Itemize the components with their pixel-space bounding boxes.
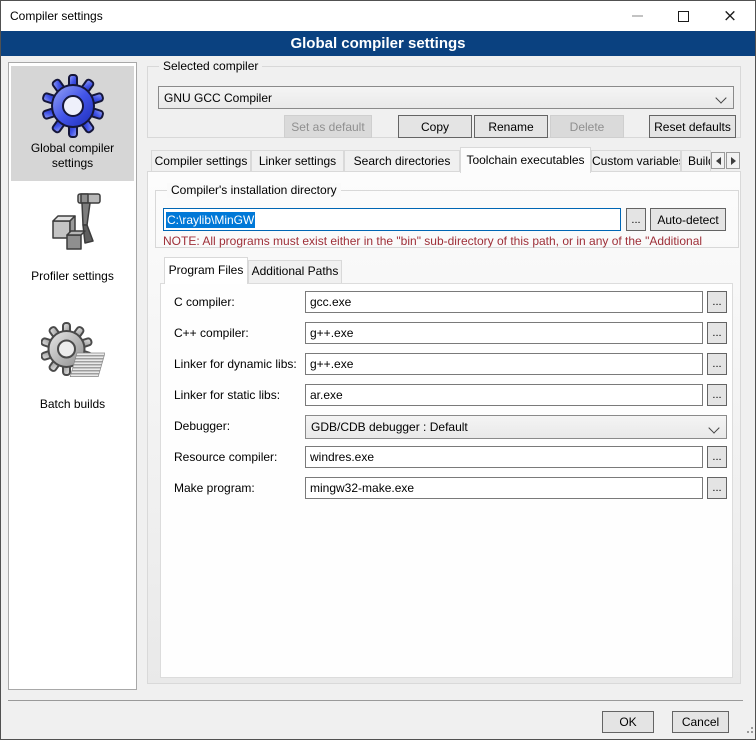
rename-button[interactable]: Rename [474, 115, 548, 138]
subtab-program-files[interactable]: Program Files [164, 257, 248, 284]
installation-directory-group: Compiler's installation directory C:\ray… [155, 190, 739, 248]
settings-category-sidebar: Global compiler settings Profiler settin… [8, 62, 137, 690]
subtab-additional-paths[interactable]: Additional Paths [248, 260, 342, 284]
selected-compiler-group: Selected compiler GNU GCC Compiler Set a… [147, 66, 741, 138]
resize-grip-icon[interactable] [747, 723, 749, 725]
set-as-default-button[interactable]: Set as default [284, 115, 372, 138]
tab-scroll-right-button[interactable] [726, 152, 740, 169]
copy-button[interactable]: Copy [398, 115, 472, 138]
compiler-select[interactable]: GNU GCC Compiler [158, 86, 734, 109]
chevron-down-icon [708, 422, 719, 433]
gray-gear-stack-icon [41, 321, 105, 385]
titlebar[interactable]: Compiler settings × [1, 1, 755, 31]
resource-compiler-input[interactable] [305, 446, 703, 468]
field-label-cpp-compiler: C++ compiler: [174, 322, 249, 344]
browse-directory-button[interactable]: ... [626, 208, 646, 231]
minimize-button[interactable] [614, 1, 660, 31]
field-label-debugger: Debugger: [174, 415, 230, 437]
blue-gear-icon [41, 74, 105, 138]
c-compiler-input[interactable] [305, 291, 703, 313]
footer-divider [8, 700, 743, 701]
sidebar-item-label: Global compiler settings [11, 141, 134, 171]
bin-subdirectory-note: NOTE: All programs must exist either in … [163, 234, 731, 248]
compiler-select-value: GNU GCC Compiler [164, 91, 272, 105]
field-label-c-compiler: C compiler: [174, 291, 235, 313]
linker-dynamic-input[interactable] [305, 353, 703, 375]
sidebar-item-global-compiler-settings[interactable]: Global compiler settings [11, 66, 134, 181]
tab-linker-settings[interactable]: Linker settings [251, 150, 344, 172]
tab-scroll-left-button[interactable] [711, 152, 725, 169]
arrow-right-icon [731, 157, 736, 165]
sidebar-item-label: Profiler settings [31, 269, 114, 284]
page-title: Global compiler settings [1, 31, 755, 56]
tab-compiler-settings[interactable]: Compiler settings [151, 150, 251, 172]
chevron-down-icon [715, 92, 726, 103]
selected-path-text: C:\raylib\MinGW [166, 212, 255, 228]
browse-linker-static-button[interactable]: ... [707, 384, 727, 406]
field-label-make-program: Make program: [174, 477, 255, 499]
selected-compiler-caption: Selected compiler [159, 59, 262, 74]
program-files-panel: C compiler: ... C++ compiler: ... Linker… [160, 283, 733, 678]
arrow-left-icon [716, 157, 721, 165]
debugger-select-value: GDB/CDB debugger : Default [311, 420, 468, 434]
field-label-linker-dynamic: Linker for dynamic libs: [174, 353, 297, 375]
caliper-icon [41, 191, 105, 255]
maximize-button[interactable] [660, 1, 706, 31]
tab-toolchain-executables[interactable]: Toolchain executables [460, 147, 591, 173]
browse-cpp-compiler-button[interactable]: ... [707, 322, 727, 344]
installation-directory-input[interactable]: C:\raylib\MinGW [163, 208, 621, 231]
window-title: Compiler settings [10, 1, 103, 31]
field-label-linker-static: Linker for static libs: [174, 384, 280, 406]
compiler-settings-dialog: Compiler settings × Global compiler sett… [0, 0, 756, 740]
browse-linker-dynamic-button[interactable]: ... [707, 353, 727, 375]
tab-custom-variables[interactable]: Custom variables [591, 150, 681, 172]
make-program-input[interactable] [305, 477, 703, 499]
sidebar-item-profiler-settings[interactable]: Profiler settings [11, 187, 134, 299]
close-icon: × [723, 8, 737, 25]
debugger-select[interactable]: GDB/CDB debugger : Default [305, 415, 727, 439]
tab-search-directories[interactable]: Search directories [344, 150, 460, 172]
tab-build-clipped[interactable]: Build [681, 150, 711, 172]
close-button[interactable]: × [706, 1, 754, 31]
browse-c-compiler-button[interactable]: ... [707, 291, 727, 313]
ok-button[interactable]: OK [602, 711, 654, 733]
sidebar-item-label: Batch builds [40, 397, 105, 412]
toolchain-executables-page: Compiler's installation directory C:\ray… [147, 171, 741, 684]
field-label-resource-compiler: Resource compiler: [174, 446, 277, 468]
linker-static-input[interactable] [305, 384, 703, 406]
auto-detect-button[interactable]: Auto-detect [650, 208, 726, 231]
maximize-icon [678, 11, 689, 22]
delete-button[interactable]: Delete [550, 115, 624, 138]
installation-directory-caption: Compiler's installation directory [167, 183, 341, 198]
browse-resource-compiler-button[interactable]: ... [707, 446, 727, 468]
browse-make-program-button[interactable]: ... [707, 477, 727, 499]
reset-defaults-button[interactable]: Reset defaults [649, 115, 736, 138]
cpp-compiler-input[interactable] [305, 322, 703, 344]
minimize-icon [632, 15, 643, 17]
sidebar-item-batch-builds[interactable]: Batch builds [11, 317, 134, 429]
cancel-button[interactable]: Cancel [672, 711, 729, 733]
